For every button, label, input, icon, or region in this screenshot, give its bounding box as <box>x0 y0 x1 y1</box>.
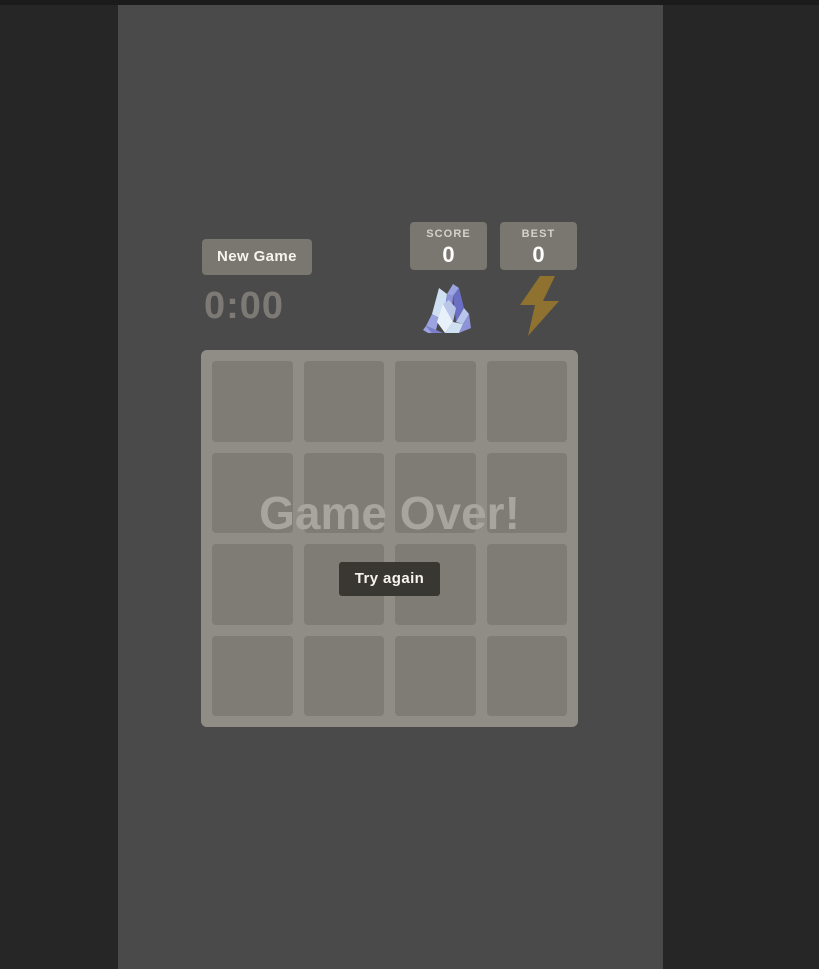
powerup-icon-row <box>410 275 577 337</box>
score-box: SCORE 0 <box>410 222 487 270</box>
game-timer: 0:00 <box>204 285 285 327</box>
app-root: New Game 0:00 SCORE 0 BEST 0 Game Over! … <box>0 0 819 969</box>
crystal-powerup[interactable] <box>410 275 487 337</box>
lightning-powerup[interactable] <box>500 275 577 337</box>
best-score-box: BEST 0 <box>500 222 577 270</box>
page-container: New Game 0:00 SCORE 0 BEST 0 Game Over! … <box>118 5 663 969</box>
game-header: New Game 0:00 SCORE 0 BEST 0 <box>202 217 582 342</box>
best-label: BEST <box>521 228 556 240</box>
game-over-overlay: Game Over! Try again <box>201 350 578 727</box>
new-game-button[interactable]: New Game <box>202 239 312 275</box>
game-over-message: Game Over! <box>259 486 520 539</box>
score-label: SCORE <box>426 228 471 240</box>
crystal-icon <box>422 284 471 333</box>
game-board[interactable]: Game Over! Try again <box>201 350 578 727</box>
score-value: 0 <box>442 242 455 268</box>
score-container: SCORE 0 BEST 0 <box>410 222 577 270</box>
best-value: 0 <box>532 242 545 268</box>
lightning-bolt-icon <box>519 276 559 336</box>
try-again-button[interactable]: Try again <box>338 561 441 596</box>
